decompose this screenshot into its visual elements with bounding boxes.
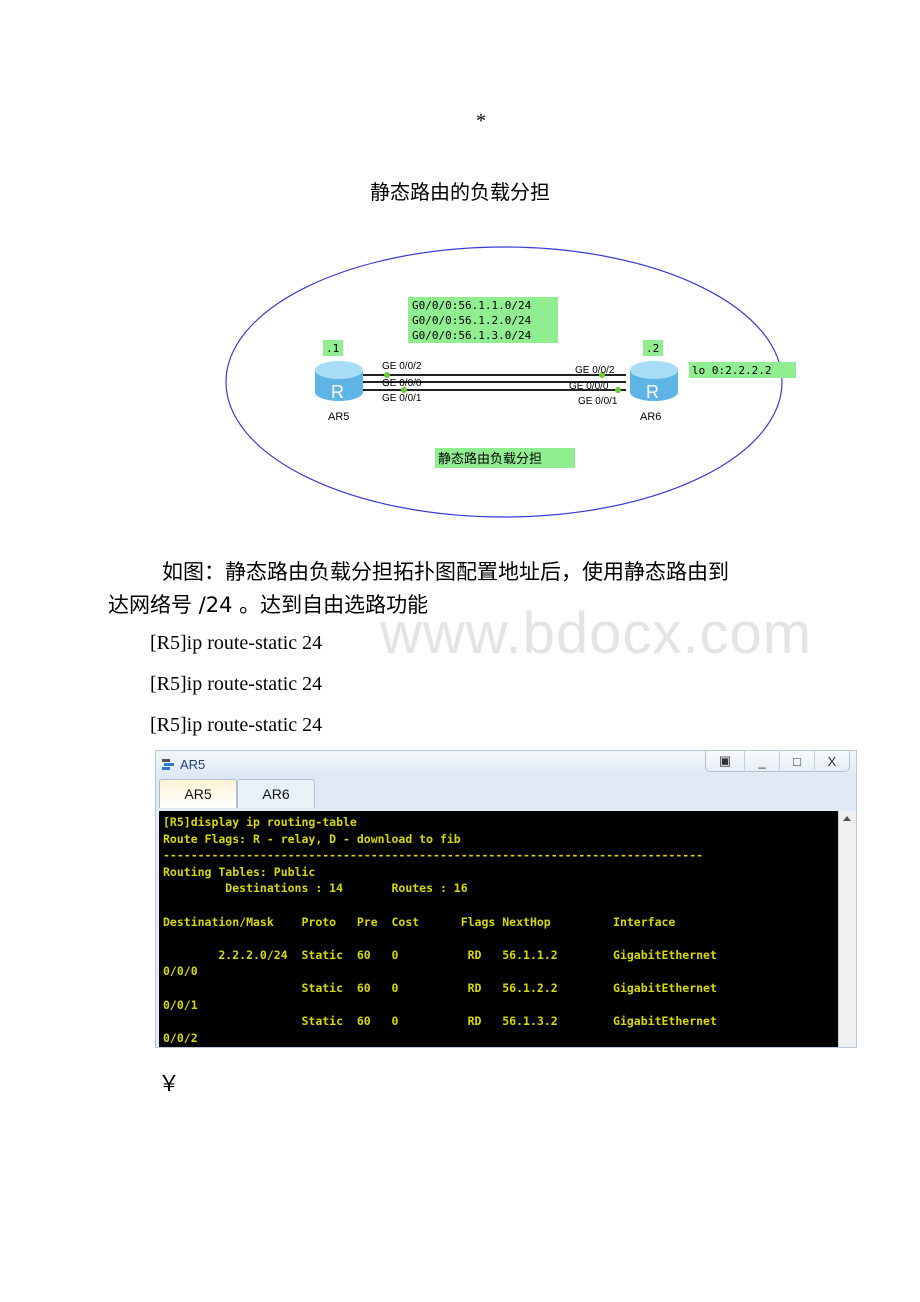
window-controls: ▣ _ □ X: [705, 751, 850, 772]
terminal-output[interactable]: [R5]display ip routing-table Route Flags:…: [159, 811, 839, 1047]
command-line: [R5]ip route-static 24: [150, 673, 323, 695]
maximize-button[interactable]: □: [779, 751, 814, 771]
terminal-line: Static 60 0 RD 56.1.3.2 GigabitEthernet: [163, 1014, 717, 1029]
ar6-port-label: GE 0/0/0: [569, 381, 609, 392]
window-titlebar: AR5 ▣ _ □ X: [156, 751, 856, 779]
ar5-port-label: GE 0/0/2: [382, 361, 422, 372]
ar5-addr: .1: [326, 342, 339, 355]
terminal-line: 0/0/0: [163, 964, 198, 979]
diagram-caption: 静态路由负载分担: [438, 451, 542, 467]
restore-button[interactable]: ▣: [706, 751, 744, 771]
close-button[interactable]: X: [814, 751, 849, 771]
paragraph-line-1: 如图：静态路由负载分担拓扑图配置地址后，使用静态路由到: [162, 560, 729, 584]
svg-text:R: R: [331, 382, 344, 402]
ar5-port-label: GE 0/0/0: [382, 378, 422, 389]
svg-text:R: R: [646, 382, 659, 402]
window-title: AR5: [180, 757, 206, 772]
ar5-name: AR5: [328, 411, 349, 423]
currency-symbol: ￥: [158, 1071, 181, 1096]
loopback-label: lo 0:2.2.2.2: [692, 364, 771, 377]
terminal-line: Routing Tables: Public: [163, 864, 316, 879]
tab-ar6[interactable]: AR6: [237, 779, 315, 808]
network-label-2: G0/0/0:56.1.2.0/24: [412, 314, 532, 327]
terminal-line: 2.2.2.0/24 Static 60 0 RD 56.1.1.2 Gigab…: [163, 947, 717, 962]
ar6-port-label: GE 0/0/1: [578, 396, 618, 407]
network-label-1: G0/0/0:56.1.1.0/24: [412, 299, 532, 312]
router-icon-ar5: R: [315, 361, 363, 402]
ar6-port-label: GE 0/0/2: [575, 365, 615, 376]
vertical-scrollbar[interactable]: [838, 811, 856, 1047]
terminal-line: Route Flags: R - relay, D - download to …: [163, 831, 461, 846]
app-icon: [162, 759, 174, 770]
terminal-line: Destination/Mask Proto Pre Cost Flags Ne…: [163, 914, 676, 929]
command-line: [R5]ip route-static 24: [150, 714, 323, 736]
port-dot: [615, 387, 621, 393]
terminal-line: 0/0/1: [163, 997, 198, 1012]
router-icon-ar6: R: [630, 361, 678, 402]
network-label-3: G0/0/0:56.1.3.0/24: [412, 329, 532, 342]
page-marker: *: [476, 110, 486, 132]
command-line: [R5]ip route-static 24: [150, 632, 323, 654]
watermark: www.bdocx.com: [380, 601, 813, 666]
terminal-line: 0/0/2: [163, 1030, 198, 1045]
terminal-window: AR5 ▣ _ □ X AR5 AR6 [R5]display ip routi…: [155, 750, 857, 1048]
terminal-line: Destinations : 14 Routes : 16: [163, 881, 468, 896]
terminal-line: [R5]display ip routing-table: [163, 815, 357, 829]
ar6-name: AR6: [640, 411, 661, 423]
ar5-port-label: GE 0/0/1: [382, 393, 422, 404]
tab-ar5[interactable]: AR5: [159, 779, 237, 808]
topology-diagram: G0/0/0:56.1.1.0/24 G0/0/0:56.1.2.0/24 G0…: [225, 246, 796, 518]
page-title: 静态路由的负载分担: [370, 180, 550, 204]
minimize-button[interactable]: _: [744, 751, 779, 771]
terminal-line: ----------------------------------------…: [163, 848, 704, 863]
scroll-up-arrow-icon[interactable]: [843, 816, 851, 821]
terminal-line: Static 60 0 RD 56.1.2.2 GigabitEthernet: [163, 981, 717, 995]
ar6-addr: .2: [646, 342, 659, 355]
